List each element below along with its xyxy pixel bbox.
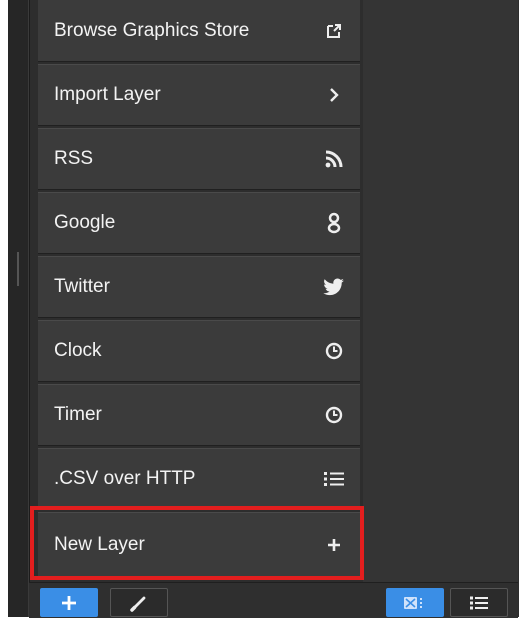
menu-item-clock[interactable]: Clock — [38, 320, 360, 382]
menu-item-label: Timer — [54, 404, 102, 425]
menu-item-label: .CSV over HTTP — [54, 468, 196, 489]
list-icon — [322, 467, 346, 491]
grid-view-button[interactable] — [386, 588, 444, 617]
menu-item-label: Clock — [54, 340, 102, 361]
edit-layer-button[interactable] — [110, 588, 168, 617]
menu-item-new-layer[interactable]: New Layer — [38, 512, 360, 578]
list-view-button[interactable] — [450, 588, 508, 617]
add-layer-button[interactable] — [40, 588, 98, 617]
app-window: Browse Graphics Store Import Layer RSS G… — [0, 0, 522, 618]
clock-icon — [322, 339, 346, 363]
left-resize-strip[interactable] — [8, 0, 29, 617]
menu-item-label: Import Layer — [54, 84, 161, 105]
menu-item-twitter[interactable]: Twitter — [38, 256, 360, 318]
plus-icon — [62, 595, 76, 610]
clock-icon — [322, 403, 346, 427]
menu-item-label: Google — [54, 212, 116, 233]
plus-icon — [322, 533, 346, 557]
bottom-toolbar — [29, 582, 518, 618]
menu-item-csv-over-http[interactable]: .CSV over HTTP — [38, 448, 360, 510]
chevron-right-icon — [322, 83, 346, 107]
menu-item-timer[interactable]: Timer — [38, 384, 360, 446]
grid-view-icon — [404, 596, 422, 609]
menu-item-label: RSS — [54, 148, 94, 169]
resize-grip[interactable] — [17, 252, 19, 286]
rss-icon — [322, 147, 346, 171]
menu-item-label: New Layer — [54, 534, 145, 555]
twitter-icon — [322, 275, 346, 299]
google-icon — [322, 211, 346, 235]
list-view-icon — [470, 596, 488, 609]
external-link-icon — [322, 19, 346, 43]
brush-icon — [130, 596, 146, 612]
menu-item-browse-graphics-store[interactable]: Browse Graphics Store — [38, 0, 360, 62]
menu-item-label: Twitter — [54, 276, 110, 297]
add-layer-menu: Browse Graphics Store Import Layer RSS G… — [38, 0, 360, 580]
layers-list-area — [363, 0, 518, 582]
menu-item-google[interactable]: Google — [38, 192, 360, 254]
menu-item-label: Browse Graphics Store — [54, 19, 250, 41]
menu-item-import-layer[interactable]: Import Layer — [38, 64, 360, 126]
menu-item-rss[interactable]: RSS — [38, 128, 360, 190]
